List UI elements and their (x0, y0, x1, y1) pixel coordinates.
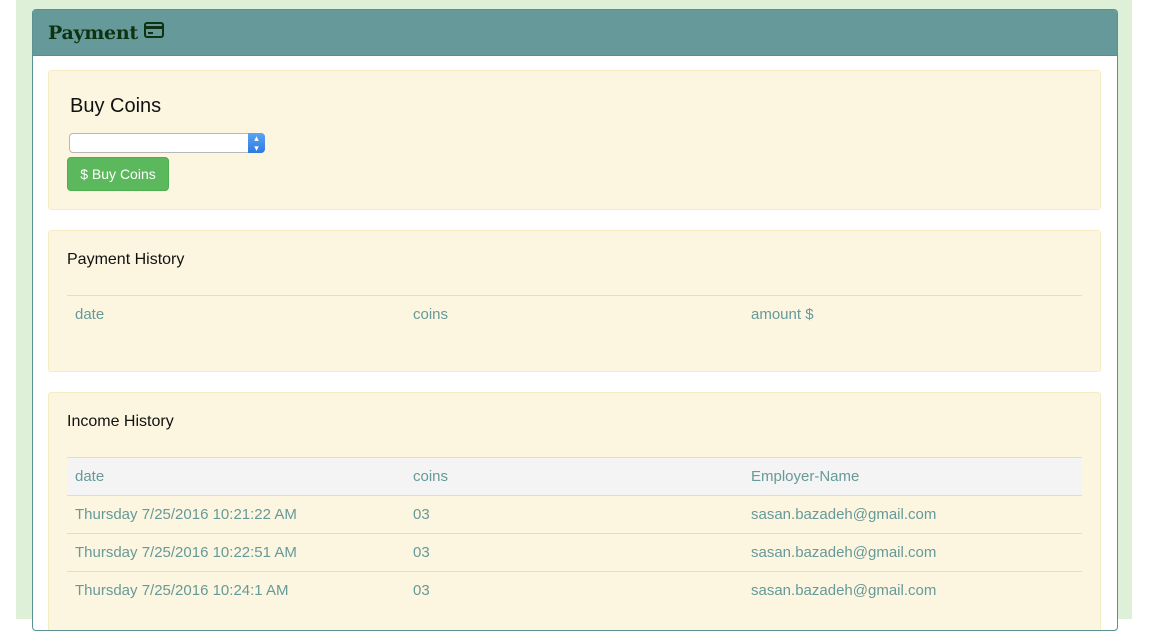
coins-select[interactable]: ▴ ▾ (69, 133, 265, 153)
payment-history-title: Payment History (67, 251, 185, 268)
buy-coins-title: Buy Coins (70, 95, 162, 117)
column-header-employer: Employer-Name (743, 457, 1082, 496)
buy-coins-section: Buy Coins ▴ ▾ $ Buy Coins (48, 70, 1101, 210)
cell-employer: sasan.bazadeh@gmail.com (743, 533, 1082, 572)
table-row: Thursday 7/25/2016 10:22:51 AM 03 sasan.… (67, 533, 1082, 572)
payment-panel: Payment Buy Coins ▴ ▾ $ Buy Coins Payment… (32, 9, 1118, 631)
table-row: Thursday 7/25/2016 10:24:1 AM 03 sasan.b… (67, 571, 1082, 609)
cell-date: Thursday 7/25/2016 10:22:51 AM (67, 533, 405, 572)
table-header-row: date coins Employer-Name (67, 457, 1082, 496)
cell-coins: 03 (405, 533, 743, 572)
income-history-title: Income History (67, 413, 174, 430)
cell-date: Thursday 7/25/2016 10:24:1 AM (67, 571, 405, 609)
column-header-coins: coins (405, 295, 743, 333)
table-row: Thursday 7/25/2016 10:21:22 AM 03 sasan.… (67, 495, 1082, 534)
buy-coins-button[interactable]: $ Buy Coins (67, 157, 169, 191)
payment-history-table: date coins amount $ (67, 295, 1082, 333)
income-history-table: date coins Employer-Name Thursday 7/25/2… (67, 457, 1082, 609)
table-header-row: date coins amount $ (67, 295, 1082, 333)
select-arrows-icon: ▴ ▾ (248, 133, 265, 153)
panel-title: Payment (48, 21, 138, 44)
cell-date: Thursday 7/25/2016 10:21:22 AM (67, 495, 405, 534)
cell-coins: 03 (405, 495, 743, 534)
payment-history-section: Payment History date coins amount $ (48, 230, 1101, 372)
panel-heading: Payment (33, 10, 1117, 56)
cell-employer: sasan.bazadeh@gmail.com (743, 495, 1082, 534)
column-header-date: date (67, 295, 405, 333)
credit-card-icon (143, 22, 164, 43)
cell-employer: sasan.bazadeh@gmail.com (743, 571, 1082, 609)
column-header-amount: amount $ (743, 295, 1082, 333)
income-history-section: Income History date coins Employer-Name … (48, 392, 1101, 630)
column-header-coins: coins (405, 457, 743, 496)
column-header-date: date (67, 457, 405, 496)
cell-coins: 03 (405, 571, 743, 609)
